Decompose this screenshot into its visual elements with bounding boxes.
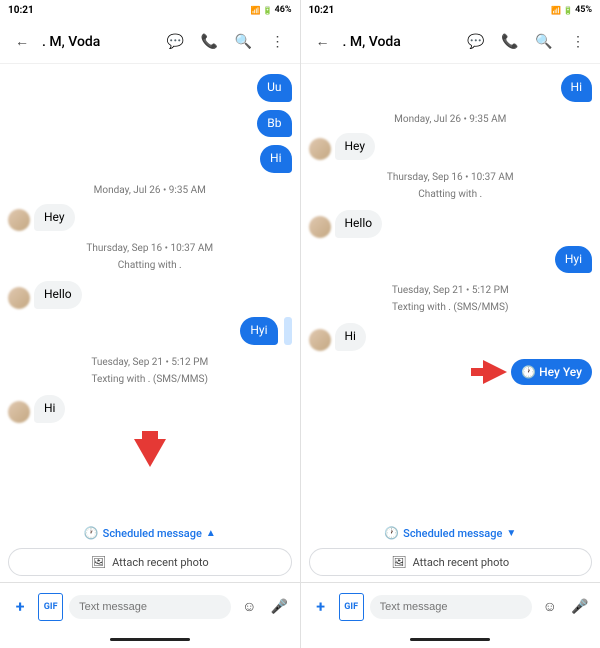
left-avatar-3 bbox=[8, 401, 30, 423]
left-gif-button[interactable]: GIF bbox=[38, 593, 63, 621]
right-date-2: Thursday, Sep 16 • 10:37 AM bbox=[309, 172, 593, 183]
right-avatar-2 bbox=[309, 216, 331, 238]
right-image-icon: 🖼 bbox=[391, 555, 406, 569]
right-bubble-hyi: Hyi bbox=[555, 246, 592, 274]
left-add-button[interactable]: + bbox=[8, 593, 32, 621]
right-avatar-3 bbox=[309, 329, 331, 351]
left-image-icon: 🖼 bbox=[91, 555, 106, 569]
left-text-input[interactable] bbox=[69, 595, 231, 619]
table-row: Uu bbox=[8, 74, 292, 102]
left-attach-label: Attach recent photo bbox=[112, 556, 209, 569]
right-bubble-hello: Hello bbox=[335, 210, 383, 238]
left-attach-photo-button[interactable]: 🖼 Attach recent photo bbox=[8, 548, 292, 576]
right-time: 10:21 bbox=[309, 5, 335, 16]
left-home-bar bbox=[110, 638, 190, 641]
right-sub-1: Chatting with . bbox=[309, 189, 593, 200]
right-bubble-hi1: Hi bbox=[561, 74, 592, 102]
right-search-icon-btn[interactable]: 🔍 bbox=[530, 28, 558, 56]
table-row: Hi bbox=[8, 145, 292, 173]
left-date-3: Tuesday, Sep 21 • 5:12 PM bbox=[8, 357, 292, 368]
left-bubble-hello: Hello bbox=[34, 281, 82, 309]
left-chevron-icon: ▲ bbox=[206, 528, 216, 539]
right-add-button[interactable]: + bbox=[309, 593, 333, 621]
right-bubble-hey: Hey bbox=[335, 133, 376, 161]
left-sub-1: Chatting with . bbox=[8, 260, 292, 271]
table-row: Hi bbox=[8, 395, 292, 423]
right-date-1: Monday, Jul 26 • 9:35 AM bbox=[309, 114, 593, 125]
right-gif-button[interactable]: GIF bbox=[339, 593, 364, 621]
table-row: Hi bbox=[309, 74, 593, 102]
left-more-icon-btn[interactable]: ⋮ bbox=[264, 28, 292, 56]
right-sub-2: Texting with . (SMS/MMS) bbox=[309, 302, 593, 313]
right-mic-button[interactable]: 🎤 bbox=[568, 593, 592, 621]
right-attach-label: Attach recent photo bbox=[413, 556, 510, 569]
table-row: Hey bbox=[8, 204, 292, 232]
right-message-icon-btn[interactable]: 💬 bbox=[462, 28, 490, 56]
left-back-button[interactable]: ← bbox=[8, 28, 36, 56]
left-bubble-uu: Uu bbox=[257, 74, 291, 102]
left-emoji-button[interactable]: ☺ bbox=[237, 593, 261, 621]
right-battery: 45% bbox=[575, 5, 592, 15]
right-scheduled-bar[interactable]: 🕐 Scheduled message ▼ bbox=[301, 520, 600, 544]
table-row: Hey bbox=[309, 133, 593, 161]
right-chevron-icon: ▼ bbox=[506, 528, 516, 539]
left-search-icon-btn[interactable]: 🔍 bbox=[230, 28, 258, 56]
table-row: 🕐 Hey Yey bbox=[309, 359, 593, 385]
right-clock-icon: 🕐 bbox=[384, 526, 399, 540]
right-home-bar bbox=[410, 638, 490, 641]
left-bubble-hi1: Hi bbox=[260, 145, 291, 173]
table-row: Hello bbox=[309, 210, 593, 238]
left-message-icon-btn[interactable]: 💬 bbox=[162, 28, 190, 56]
left-home-indicator bbox=[0, 630, 300, 648]
left-avatar-1 bbox=[8, 209, 30, 231]
left-scheduled-label: Scheduled message bbox=[103, 527, 202, 540]
left-app-bar: ← . M, Voda 💬 📞 🔍 ⋮ bbox=[0, 20, 300, 64]
table-row: Hyi bbox=[8, 317, 292, 345]
right-date-3: Tuesday, Sep 21 • 5:12 PM bbox=[309, 285, 593, 296]
right-avatar-1 bbox=[309, 138, 331, 160]
right-bubble-hi2: Hi bbox=[335, 323, 366, 351]
left-screen: 10:21 📶 🔋 46% ← . M, Voda 💬 📞 🔍 ⋮ Uu B bbox=[0, 0, 301, 648]
left-chat-area: Uu Bb Hi Monday, Jul 26 • 9:35 AM Hey Th… bbox=[0, 64, 300, 520]
right-phone-icon-btn[interactable]: 📞 bbox=[496, 28, 524, 56]
right-status-bar: 10:21 📶 🔋 45% bbox=[301, 0, 600, 20]
left-sub-2: Texting with . (SMS/MMS) bbox=[8, 374, 292, 385]
right-back-button[interactable]: ← bbox=[309, 28, 337, 56]
right-text-input[interactable] bbox=[370, 595, 532, 619]
left-bubble-hyi: Hyi bbox=[240, 317, 277, 345]
table-row: Bb bbox=[8, 110, 292, 138]
right-red-arrow bbox=[471, 360, 507, 384]
right-screen: 10:21 📶 🔋 45% ← . M, Voda 💬 📞 🔍 ⋮ Hi Mon… bbox=[301, 0, 600, 648]
left-time: 10:21 bbox=[8, 5, 34, 16]
right-chat-area: Hi Monday, Jul 26 • 9:35 AM Hey Thursday… bbox=[301, 64, 600, 520]
left-phone-icon-btn[interactable]: 📞 bbox=[196, 28, 224, 56]
left-scheduled-bar[interactable]: 🕐 Scheduled message ▲ bbox=[0, 520, 300, 544]
right-scheduled-clock-icon: 🕐 bbox=[521, 365, 536, 379]
left-date-2: Thursday, Sep 16 • 10:37 AM bbox=[8, 243, 292, 254]
right-more-icon-btn[interactable]: ⋮ bbox=[564, 28, 592, 56]
right-home-indicator bbox=[301, 630, 600, 648]
left-battery: 46% bbox=[275, 5, 292, 15]
right-title: . M, Voda bbox=[343, 34, 457, 50]
left-date-1: Monday, Jul 26 • 9:35 AM bbox=[8, 185, 292, 196]
left-mic-button[interactable]: 🎤 bbox=[267, 593, 291, 621]
left-bubble-hey: Hey bbox=[34, 204, 75, 232]
right-attach-photo-button[interactable]: 🖼 Attach recent photo bbox=[309, 548, 593, 576]
left-bubble-hi2: Hi bbox=[34, 395, 65, 423]
left-input-bar: + GIF ☺ 🎤 bbox=[0, 582, 300, 630]
table-row: Hi bbox=[309, 323, 593, 351]
right-input-bar: + GIF ☺ 🎤 bbox=[301, 582, 600, 630]
right-emoji-button[interactable]: ☺ bbox=[538, 593, 562, 621]
left-clock-icon: 🕐 bbox=[84, 526, 99, 540]
table-row: Hyi bbox=[309, 246, 593, 274]
right-scheduled-label: Scheduled message bbox=[403, 527, 502, 540]
table-row: Hello bbox=[8, 281, 292, 309]
left-avatar-2 bbox=[8, 287, 30, 309]
right-app-bar: ← . M, Voda 💬 📞 🔍 ⋮ bbox=[301, 20, 600, 64]
right-scheduled-bubble-text: Hey Yey bbox=[539, 365, 582, 379]
left-title: . M, Voda bbox=[42, 34, 156, 50]
left-red-arrow bbox=[130, 431, 170, 467]
left-status-bar: 10:21 📶 🔋 46% bbox=[0, 0, 300, 20]
left-bubble-bb: Bb bbox=[257, 110, 291, 138]
